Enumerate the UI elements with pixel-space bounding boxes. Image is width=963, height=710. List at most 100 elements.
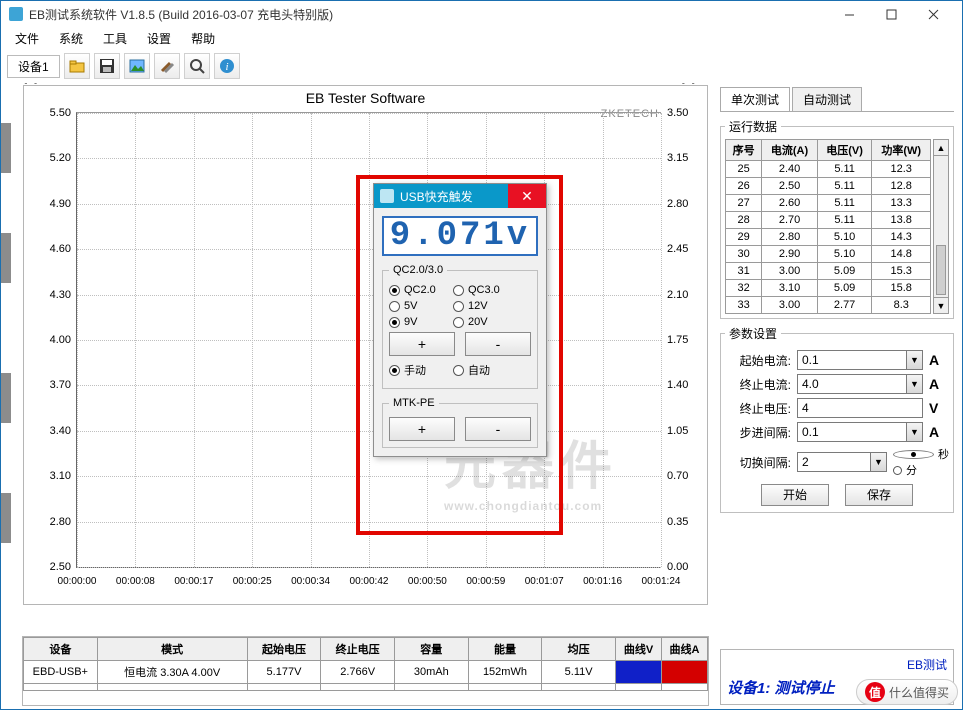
switch-interval-select[interactable]: 2▼ [797,452,887,472]
run-table: 序号 电流(A) 电压(V) 功率(W) 252.405.1112.3262.5… [725,139,931,314]
col-energy[interactable]: 能量 [468,638,542,661]
usb-popup: USB快充触发 ✕ 9.071v QC2.0/3.0 QC2.0 QC3.0 5… [373,183,547,457]
status-link[interactable]: EB测试 [727,656,947,673]
table-row[interactable]: 252.405.1112.3 [726,161,931,178]
table-row[interactable]: 292.805.1014.3 [726,229,931,246]
mtk-group: MTK-PE + - [382,397,538,448]
maximize-button[interactable] [870,3,912,25]
open-icon[interactable] [64,53,90,79]
qc-group: QC2.0/3.0 QC2.0 QC3.0 5V 12V 9V 20V + [382,264,538,389]
col-curvev[interactable]: 曲线V [616,638,662,661]
radio-12v[interactable]: 12V [453,300,509,312]
close-button[interactable] [912,3,954,25]
info-icon[interactable]: i [214,53,240,79]
left-stub [1,373,11,423]
chevron-down-icon: ▼ [906,423,922,441]
popup-titlebar[interactable]: USB快充触发 ✕ [374,184,546,208]
radio-auto[interactable]: 自动 [453,362,509,378]
table-row[interactable]: 262.505.1112.8 [726,178,931,195]
table-row [24,684,708,691]
end-current-select[interactable]: 4.0▼ [797,374,923,394]
save-icon[interactable] [94,53,120,79]
start-current-label: 起始电流: [725,352,791,369]
chevron-down-icon: ▼ [870,453,886,471]
toolbar: 设备1 i [1,49,962,83]
radio-5v[interactable]: 5V [389,300,445,312]
col-device[interactable]: 设备 [24,638,98,661]
mtk-minus-button[interactable]: - [465,417,531,441]
radio-qc20[interactable]: QC2.0 [389,284,445,296]
table-row[interactable]: 302.905.1014.8 [726,246,931,263]
menu-system[interactable]: 系统 [49,28,93,49]
step-interval-label: 步进间隔: [725,424,791,441]
qc-plus-button[interactable]: + [389,332,455,356]
smzdm-badge[interactable]: 值 什么值得买 [856,679,958,705]
chevron-down-icon: ▼ [906,351,922,369]
table-row[interactable]: 323.105.0915.8 [726,280,931,297]
chart-title: EB Tester Software [24,90,707,106]
switch-interval-label: 切换间隔: [725,454,791,471]
scrollbar[interactable]: ▲ ▼ [933,139,949,314]
menu-settings[interactable]: 设置 [137,28,181,49]
window-titlebar: EB测试系统软件 V1.8.5 (Build 2016-03-07 充电头特别版… [1,1,962,27]
qc-minus-button[interactable]: - [465,332,531,356]
table-row[interactable]: EBD-USB+ 恒电流 3.30A 4.00V 5.177V 2.766V 3… [24,661,708,684]
y-right-unit: [A] [682,83,695,84]
start-button[interactable]: 开始 [761,484,829,506]
popup-icon [380,189,394,203]
mtk-group-label: MTK-PE [389,397,439,409]
col-curvea[interactable]: 曲线A [662,638,708,661]
table-row[interactable]: 282.705.1113.8 [726,212,931,229]
menu-tools[interactable]: 工具 [93,28,137,49]
table-row[interactable]: 333.002.778.3 [726,297,931,314]
menu-file[interactable]: 文件 [5,28,49,49]
table-row[interactable]: 313.005.0915.3 [726,263,931,280]
scroll-thumb[interactable] [936,245,946,295]
qc-group-label: QC2.0/3.0 [389,264,447,276]
param-group: 参数设置 起始电流: 0.1▼ A 终止电流: 4.0▼ A 终止电压: 4 V [720,325,954,513]
search-icon[interactable] [184,53,210,79]
tab-single[interactable]: 单次测试 [720,87,790,111]
save-button[interactable]: 保存 [845,484,913,506]
start-current-select[interactable]: 0.1▼ [797,350,923,370]
device-tab[interactable]: 设备1 [7,55,60,78]
y-left-unit: [V] [24,83,37,84]
tab-auto[interactable]: 自动测试 [792,87,862,111]
right-tabs: 单次测试 自动测试 [720,87,954,112]
col-endv[interactable]: 终止电压 [321,638,395,661]
col-avgv[interactable]: 均压 [542,638,616,661]
radio-sec[interactable]: 秒 [893,446,949,462]
left-stub [1,123,11,173]
curve-v-swatch [616,661,662,684]
tools-icon[interactable] [154,53,180,79]
radio-min[interactable]: 分 [893,462,949,478]
menu-help[interactable]: 帮助 [181,28,225,49]
radio-manual[interactable]: 手动 [389,362,445,378]
table-row[interactable]: 272.605.1113.3 [726,195,931,212]
radio-9v[interactable]: 9V [389,316,445,328]
svg-text:i: i [225,61,228,73]
popup-close-button[interactable]: ✕ [508,184,546,208]
menubar: 文件 系统 工具 设置 帮助 [1,27,962,49]
scroll-down-icon[interactable]: ▼ [934,297,948,313]
left-stub [1,493,11,543]
lcd-display: 9.071v [382,216,538,256]
zhi-icon: 值 [865,682,885,702]
curve-a-swatch [662,661,708,684]
picture-icon[interactable] [124,53,150,79]
step-interval-select[interactable]: 0.1▼ [797,422,923,442]
radio-qc30[interactable]: QC3.0 [453,284,509,296]
minimize-button[interactable] [828,3,870,25]
left-stub [1,233,11,283]
window-title: EB测试系统软件 V1.8.5 (Build 2016-03-07 充电头特别版… [29,6,828,23]
col-startv[interactable]: 起始电压 [247,638,321,661]
summary-table: 设备 模式 起始电压 终止电压 容量 能量 均压 曲线V 曲线A EBD-USB… [23,637,708,705]
col-mode[interactable]: 模式 [97,638,247,661]
popup-title-text: USB快充触发 [400,188,508,205]
scroll-up-icon[interactable]: ▲ [934,140,948,156]
run-data-group: 运行数据 序号 电流(A) 电压(V) 功率(W) 252.405.1112.3… [720,118,954,319]
end-voltage-input[interactable]: 4 [797,398,923,418]
mtk-plus-button[interactable]: + [389,417,455,441]
col-cap[interactable]: 容量 [394,638,468,661]
radio-20v[interactable]: 20V [453,316,509,328]
